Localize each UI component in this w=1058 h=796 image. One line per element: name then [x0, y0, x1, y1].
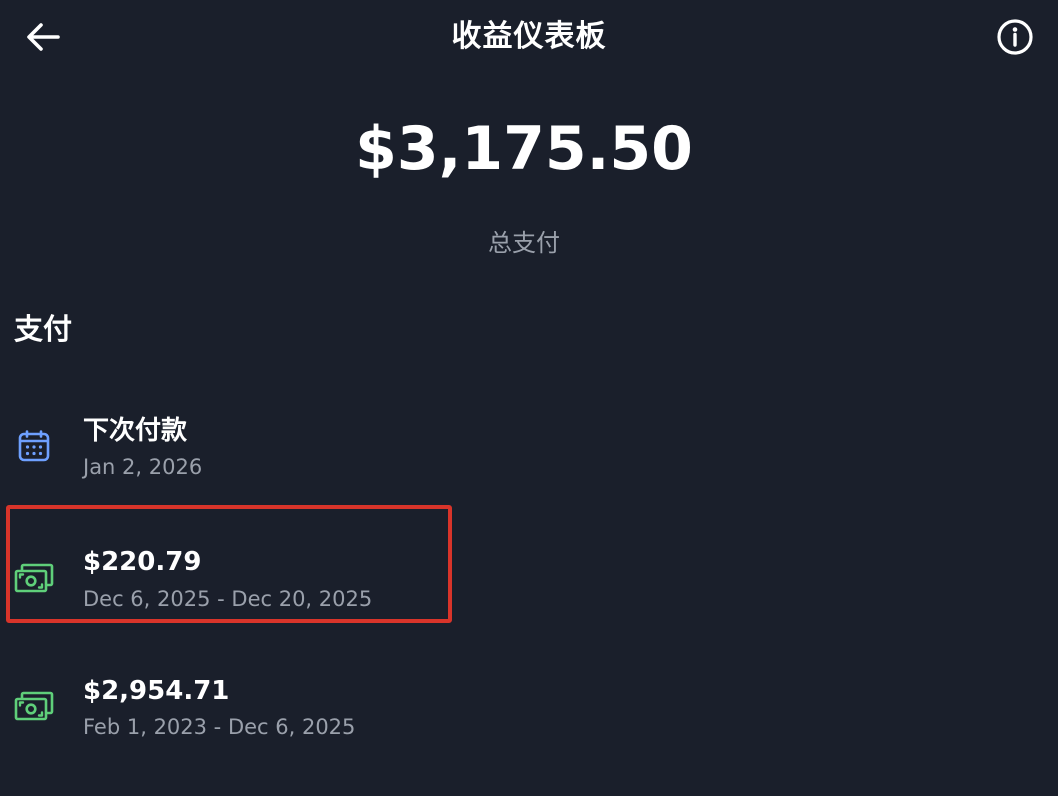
cash-icon — [14, 687, 54, 727]
info-button[interactable] — [990, 14, 1040, 60]
payout-row[interactable]: $220.79 Dec 6, 2025 - Dec 20, 2025 — [6, 505, 452, 623]
payout-period: Feb 1, 2023 - Dec 6, 2025 — [83, 715, 356, 739]
payments-section-title: 支付 — [14, 312, 73, 346]
next-payment-date: Jan 2, 2026 — [83, 455, 203, 479]
top-bar: 收益仪表板 — [0, 0, 1058, 76]
payout-row[interactable]: $2,954.71 Feb 1, 2023 - Dec 6, 2025 — [6, 645, 452, 763]
total-amount: $3,175.50 — [355, 114, 693, 184]
payout-amount: $2,954.71 — [83, 676, 230, 706]
calendar-icon — [14, 426, 54, 466]
next-payment-title: 下次付款 — [83, 416, 188, 446]
payout-amount: $220.79 — [83, 547, 202, 577]
total-label: 总支付 — [488, 229, 560, 257]
earnings-dashboard-screen: 收益仪表板 $3,175.50 总支付 支付 下次付款 Jan 2, 2026 … — [0, 0, 1058, 796]
cash-icon — [14, 559, 54, 599]
payout-period: Dec 6, 2025 - Dec 20, 2025 — [83, 587, 373, 611]
info-icon — [997, 19, 1033, 55]
next-payment-row: 下次付款 Jan 2, 2026 — [6, 388, 452, 506]
page-title: 收益仪表板 — [451, 19, 607, 54]
